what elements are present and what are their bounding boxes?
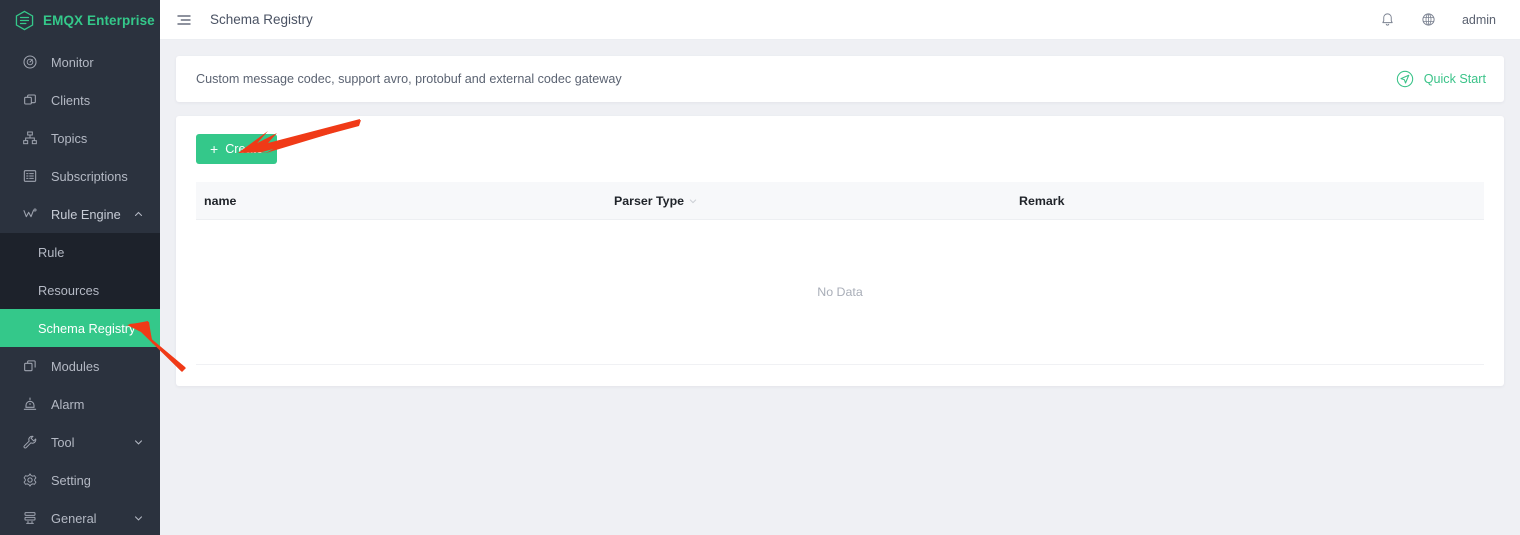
content-area: Custom message codec, support avro, prot… xyxy=(160,40,1520,386)
sidebar-item-rule-engine[interactable]: Rule Engine xyxy=(0,195,160,233)
sidebar-item-alarm[interactable]: Alarm xyxy=(0,385,160,423)
brand-name: EMQX Enterprise xyxy=(43,13,155,28)
schema-table: name Parser Type Remark No xyxy=(196,182,1484,365)
sidebar-item-label: Modules xyxy=(51,359,99,374)
hamburger-menu-icon[interactable] xyxy=(176,12,192,28)
table-body-empty: No Data xyxy=(196,220,1484,365)
gear-icon xyxy=(22,472,38,488)
sidebar-item-modules[interactable]: Modules xyxy=(0,347,160,385)
sidebar-item-label: Monitor xyxy=(51,55,94,70)
emqx-hexagon-logo-icon xyxy=(14,10,35,31)
topbar-actions: admin xyxy=(1380,12,1496,27)
dashboard-icon xyxy=(22,54,38,70)
sidebar-item-topics[interactable]: Topics xyxy=(0,119,160,157)
column-header-label: Remark xyxy=(1019,194,1064,208)
paper-plane-circle-icon xyxy=(1395,69,1415,89)
page-title: Schema Registry xyxy=(210,12,313,27)
app-root: EMQX Enterprise Monitor Clients xyxy=(0,0,1520,535)
chevron-down-icon[interactable] xyxy=(689,197,697,205)
description-banner: Custom message codec, support avro, prot… xyxy=(176,56,1504,102)
no-data-text: No Data xyxy=(817,285,862,299)
sidebar-subitem-schema-registry[interactable]: Schema Registry xyxy=(0,309,160,347)
user-menu[interactable]: admin xyxy=(1462,13,1496,27)
rule-engine-submenu: Rule Resources Schema Registry xyxy=(0,233,160,347)
topics-tree-icon xyxy=(22,130,38,146)
chevron-down-icon xyxy=(134,514,143,523)
quick-start-link[interactable]: Quick Start xyxy=(1395,69,1486,89)
sidebar-item-label: Clients xyxy=(51,93,90,108)
sidebar-item-label: Setting xyxy=(51,473,91,488)
sidebar-subitem-label: Rule xyxy=(38,245,64,260)
quick-start-label: Quick Start xyxy=(1424,72,1486,86)
banner-description: Custom message codec, support avro, prot… xyxy=(196,72,622,86)
sidebar-subitem-label: Resources xyxy=(38,283,99,298)
sidebar-item-label: Alarm xyxy=(51,397,84,412)
sidebar-item-setting[interactable]: Setting xyxy=(0,461,160,499)
sidebar-item-label: Subscriptions xyxy=(51,169,128,184)
sidebar-subitem-rule[interactable]: Rule xyxy=(0,233,160,271)
sidebar-item-label: General xyxy=(51,511,97,526)
bell-icon[interactable] xyxy=(1380,12,1395,27)
table-header-row: name Parser Type Remark xyxy=(196,182,1484,220)
sidebar-nav: Monitor Clients Topics xyxy=(0,43,160,535)
sidebar-item-subscriptions[interactable]: Subscriptions xyxy=(0,157,160,195)
sidebar-item-tool[interactable]: Tool xyxy=(0,423,160,461)
topbar: Schema Registry admin xyxy=(160,0,1520,40)
column-header-parser-type[interactable]: Parser Type xyxy=(606,194,1011,208)
sidebar-item-monitor[interactable]: Monitor xyxy=(0,43,160,81)
subscriptions-icon xyxy=(22,168,38,184)
brand-logo[interactable]: EMQX Enterprise xyxy=(0,0,160,40)
sidebar-item-clients[interactable]: Clients xyxy=(0,81,160,119)
plus-icon: + xyxy=(210,142,218,156)
wrench-icon xyxy=(22,434,38,450)
create-button-label: Create xyxy=(225,142,263,156)
clients-icon xyxy=(22,92,38,108)
chevron-down-icon xyxy=(134,438,143,447)
sidebar-subitem-label: Schema Registry xyxy=(38,321,135,336)
create-button[interactable]: + Create xyxy=(196,134,277,164)
column-header-label: name xyxy=(204,194,236,208)
sidebar-item-label: Rule Engine xyxy=(51,207,121,222)
rule-engine-icon xyxy=(22,206,38,222)
sidebar-item-general[interactable]: General xyxy=(0,499,160,535)
main-area: Schema Registry admin Custom message cod… xyxy=(160,0,1520,535)
sidebar: EMQX Enterprise Monitor Clients xyxy=(0,0,160,535)
sidebar-subitem-resources[interactable]: Resources xyxy=(0,271,160,309)
alarm-bell-icon xyxy=(22,396,38,412)
column-header-label: Parser Type xyxy=(614,194,684,208)
modules-icon xyxy=(22,358,38,374)
sidebar-item-label: Topics xyxy=(51,131,87,146)
general-stack-icon xyxy=(22,510,38,526)
chevron-up-icon xyxy=(134,210,143,219)
column-header-name[interactable]: name xyxy=(196,194,606,208)
column-header-remark[interactable]: Remark xyxy=(1011,194,1484,208)
sidebar-item-label: Tool xyxy=(51,435,74,450)
schema-registry-card: + Create name Parser Type xyxy=(176,116,1504,386)
globe-icon[interactable] xyxy=(1421,12,1436,27)
